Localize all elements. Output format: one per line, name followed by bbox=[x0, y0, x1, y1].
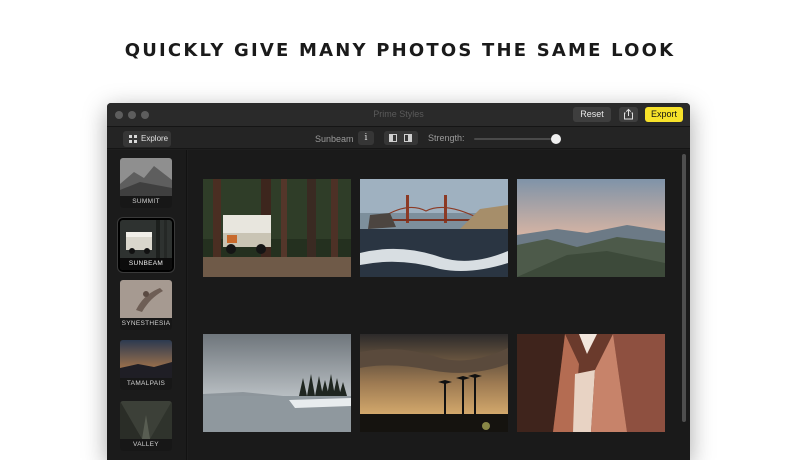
strength-label: Strength: bbox=[428, 133, 465, 143]
strength-slider-thumb[interactable] bbox=[551, 134, 562, 144]
synesthesia-preview-image bbox=[120, 280, 172, 318]
current-style-name: Sunbeam bbox=[315, 134, 354, 144]
share-icon bbox=[624, 108, 633, 120]
style-label: VALLEY bbox=[120, 439, 172, 451]
photo-lake-winter-trees[interactable] bbox=[203, 334, 351, 432]
summit-preview-image bbox=[120, 158, 172, 196]
info-icon: i bbox=[364, 133, 368, 143]
sunbeam-preview-image bbox=[120, 220, 172, 258]
photo-red-rock-canyon[interactable] bbox=[517, 334, 665, 432]
split-view-icon bbox=[404, 134, 412, 142]
style-thumb-summit[interactable]: SUMMIT bbox=[120, 158, 172, 208]
strength-slider[interactable] bbox=[474, 134, 562, 144]
explore-label: Explore bbox=[141, 134, 169, 143]
share-button[interactable] bbox=[619, 107, 638, 122]
photo-golden-gate-beach[interactable] bbox=[360, 179, 508, 277]
explore-button[interactable]: Explore bbox=[123, 131, 171, 147]
style-label: SUMMIT bbox=[120, 196, 172, 208]
photo-camper-van-forest[interactable] bbox=[203, 179, 351, 277]
info-button[interactable]: i bbox=[358, 131, 374, 145]
styles-sidebar: SUMMIT SUNBEAM SYNESTHESIA TAMALPAIS VAL… bbox=[107, 150, 187, 460]
style-thumb-valley[interactable]: VALLEY bbox=[120, 401, 172, 451]
grid-icon bbox=[129, 135, 137, 143]
photo-palm-trees-sunset[interactable] bbox=[360, 334, 508, 432]
style-label: SYNESTHESIA bbox=[120, 318, 172, 330]
tamalpais-preview-image bbox=[120, 340, 172, 378]
app-window: Prime Styles Reset Export Explore Sunbea… bbox=[107, 103, 690, 460]
reset-button[interactable]: Reset bbox=[573, 107, 611, 122]
style-label: TAMALPAIS bbox=[120, 378, 172, 390]
style-thumb-sunbeam[interactable]: SUNBEAM bbox=[118, 218, 174, 272]
titlebar: Prime Styles Reset Export bbox=[107, 103, 690, 127]
toolbar: Explore Sunbeam i Strength: bbox=[107, 127, 690, 149]
export-button[interactable]: Export bbox=[645, 107, 683, 122]
style-thumb-synesthesia[interactable]: SYNESTHESIA bbox=[120, 280, 172, 330]
style-label: SUNBEAM bbox=[120, 258, 172, 270]
photo-mountain-ridge-dusk[interactable] bbox=[517, 179, 665, 277]
valley-preview-image bbox=[120, 401, 172, 439]
compare-toggle[interactable] bbox=[384, 131, 418, 145]
photo-grid-scrollbar[interactable] bbox=[682, 154, 686, 422]
photo-grid bbox=[188, 150, 690, 460]
before-after-icon bbox=[389, 134, 397, 142]
style-thumb-tamalpais[interactable]: TAMALPAIS bbox=[120, 340, 172, 390]
page-headline: QUICKLY GIVE MANY PHOTOS THE SAME LOOK bbox=[124, 40, 676, 61]
